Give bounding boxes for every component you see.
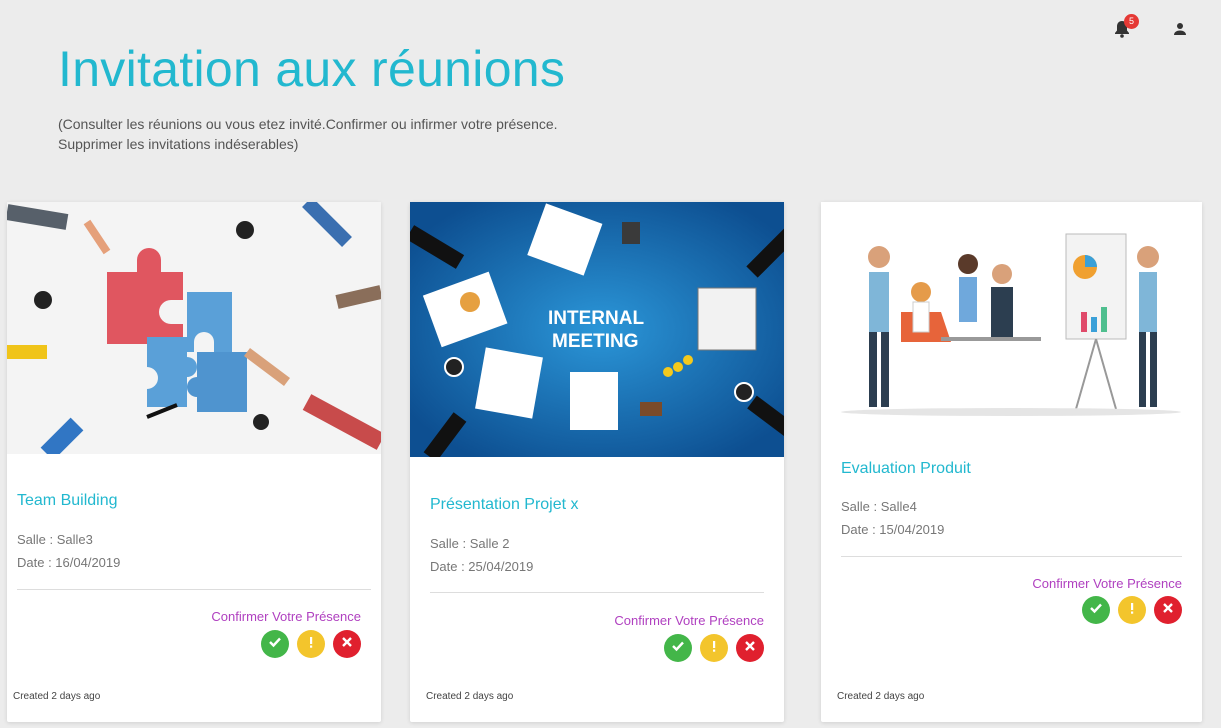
created-timestamp: Created 2 days ago [837, 691, 925, 702]
card-meta: Salle : Salle 2 Date : 25/04/2019 [430, 532, 533, 578]
decline-button[interactable] [333, 630, 361, 658]
confirm-button[interactable] [664, 634, 692, 662]
close-icon [1161, 601, 1175, 620]
card-image-evaluation [821, 202, 1202, 424]
check-icon [268, 635, 282, 654]
notification-badge: 5 [1124, 14, 1139, 29]
card-divider [841, 556, 1182, 557]
image-caption-line2: MEETING [552, 331, 639, 352]
check-icon [671, 639, 685, 658]
meeting-card: Team Building Salle : Salle3 Date : 16/0… [7, 202, 381, 722]
top-bar: 5 [1111, 14, 1191, 42]
card-divider [17, 589, 371, 590]
card-title[interactable]: Evaluation Produit [841, 460, 971, 478]
card-image-team-building [7, 202, 381, 454]
image-caption-line1: INTERNAL [548, 308, 644, 329]
card-title[interactable]: Team Building [17, 492, 118, 510]
notifications-button[interactable]: 5 [1111, 14, 1139, 42]
meeting-card: Evaluation Produit Salle : Salle4 Date :… [821, 202, 1202, 722]
subtitle-line-2: Supprimer les invitations indéserables) [58, 136, 299, 152]
card-date: Date : 15/04/2019 [841, 522, 945, 537]
card-title[interactable]: Présentation Projet x [430, 496, 579, 514]
exclamation-icon [304, 635, 318, 654]
confirm-button[interactable] [1082, 596, 1110, 624]
decline-button[interactable] [736, 634, 764, 662]
presence-actions [1082, 596, 1182, 624]
page-subtitle: (Consulter les réunions ou vous etez inv… [58, 114, 658, 154]
created-timestamp: Created 2 days ago [426, 691, 514, 702]
card-date: Date : 16/04/2019 [17, 555, 121, 570]
profile-button[interactable] [1169, 20, 1191, 42]
card-date: Date : 25/04/2019 [430, 559, 534, 574]
meeting-card: INTERNAL MEETING Présentation Projet x S… [410, 202, 784, 722]
close-icon [743, 639, 757, 658]
maybe-button[interactable] [297, 630, 325, 658]
user-icon [1173, 22, 1187, 41]
card-meta: Salle : Salle4 Date : 15/04/2019 [841, 495, 944, 541]
confirm-presence-label: Confirmer Votre Présence [211, 609, 361, 624]
subtitle-line-1: (Consulter les réunions ou vous etez inv… [58, 116, 558, 132]
confirm-presence-label: Confirmer Votre Présence [1032, 576, 1182, 591]
check-icon [1089, 601, 1103, 620]
decline-button[interactable] [1154, 596, 1182, 624]
card-meta: Salle : Salle3 Date : 16/04/2019 [17, 528, 120, 574]
maybe-button[interactable] [1118, 596, 1146, 624]
card-salle: Salle : Salle 2 [430, 536, 510, 551]
card-salle: Salle : Salle3 [17, 532, 93, 547]
card-salle: Salle : Salle4 [841, 499, 917, 514]
exclamation-icon [1125, 601, 1139, 620]
confirm-button[interactable] [261, 630, 289, 658]
card-divider [430, 592, 764, 593]
exclamation-icon [707, 639, 721, 658]
close-icon [340, 635, 354, 654]
presence-actions [664, 634, 764, 662]
page-title: Invitation aux réunions [58, 41, 566, 97]
presence-actions [261, 630, 361, 658]
confirm-presence-label: Confirmer Votre Présence [614, 613, 764, 628]
created-timestamp: Created 2 days ago [13, 691, 101, 702]
card-image-presentation: INTERNAL MEETING [410, 202, 784, 457]
maybe-button[interactable] [700, 634, 728, 662]
